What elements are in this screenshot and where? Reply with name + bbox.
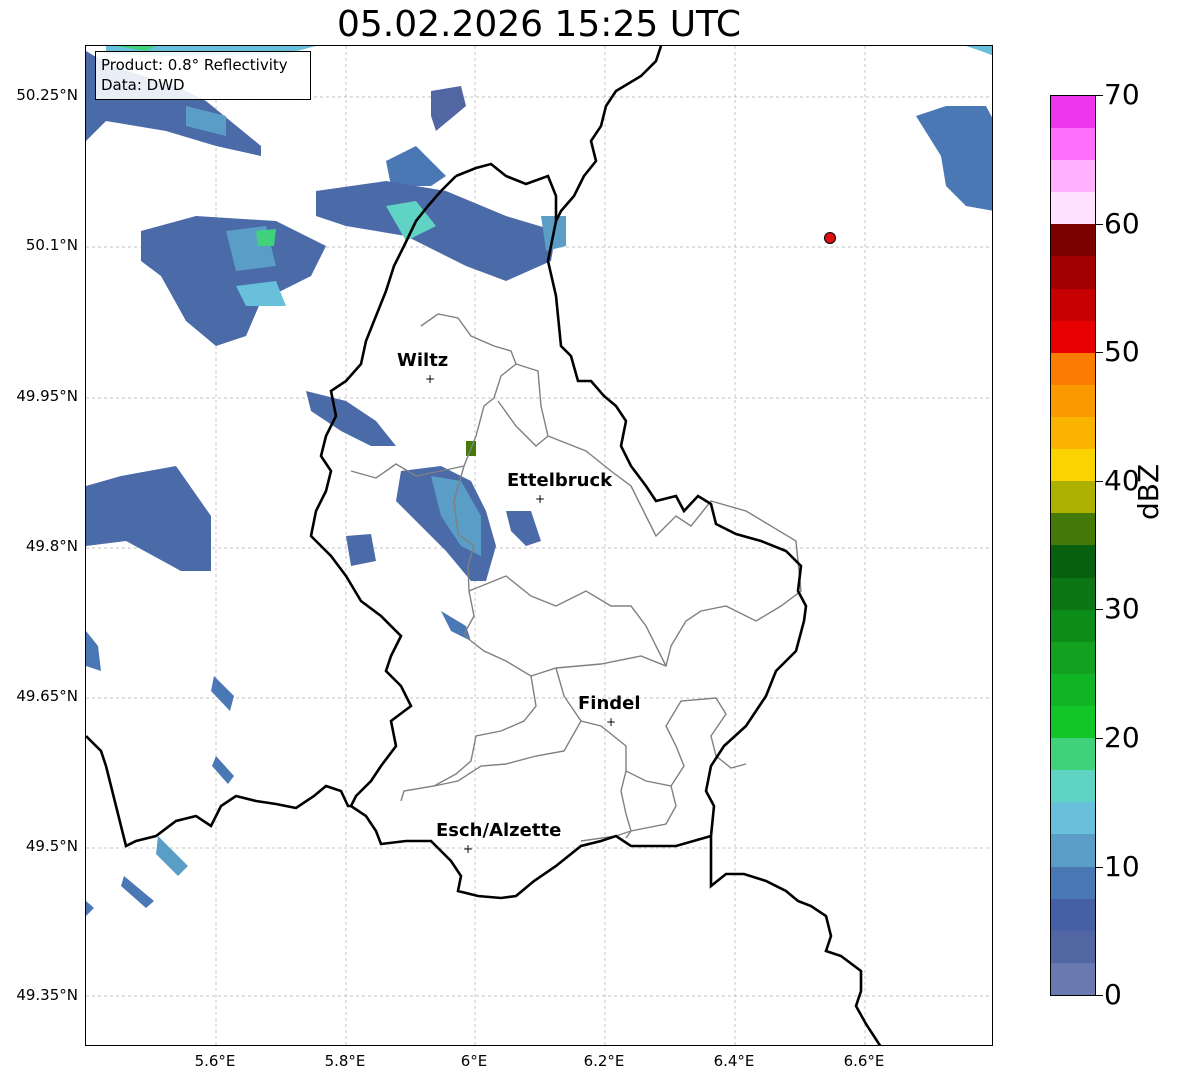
lon-label: 6°E <box>460 1052 488 1070</box>
colorbar-segment <box>1051 449 1095 482</box>
colorbar-tick-label: 30 <box>1104 592 1140 625</box>
colorbar-segment <box>1051 545 1095 578</box>
city-label-wiltz: Wiltz <box>397 350 449 371</box>
colorbar-segment <box>1051 770 1095 803</box>
city-markers: + + + + <box>425 372 616 856</box>
colorbar-segment <box>1051 160 1095 193</box>
lat-label: 49.95°N <box>16 387 78 405</box>
lon-label: 6.4°E <box>713 1052 755 1070</box>
map-canvas: + + + + <box>86 46 992 1045</box>
colorbar-segment <box>1051 256 1095 289</box>
lat-label: 50.1°N <box>25 236 78 254</box>
colorbar-tick <box>1096 738 1103 739</box>
colorbar-tick <box>1096 995 1103 996</box>
graticule <box>86 46 992 1045</box>
city-label-esch-alzette: Esch/Alzette <box>436 820 562 841</box>
colorbar-tick <box>1096 224 1103 225</box>
colorbar-segment <box>1051 481 1095 514</box>
colorbar-segment <box>1051 128 1095 161</box>
wiltz-marker: + <box>425 372 435 386</box>
colorbar-segment <box>1051 417 1095 450</box>
lon-label: 6.6°E <box>843 1052 885 1070</box>
colorbar-segment <box>1051 738 1095 771</box>
lat-label: 49.5°N <box>25 837 78 855</box>
lon-label: 5.6°E <box>194 1052 236 1070</box>
colorbar-segment <box>1051 384 1095 418</box>
esch-marker: + <box>463 842 473 856</box>
lon-label: 5.8°E <box>324 1052 366 1070</box>
colorbar-tick <box>1096 95 1103 96</box>
colorbar <box>1050 95 1096 996</box>
ettelbruck-marker: + <box>535 492 545 506</box>
colorbar-tick-label: 10 <box>1104 850 1140 883</box>
colorbar-segment <box>1051 898 1095 931</box>
colorbar-tick-label: 20 <box>1104 721 1140 754</box>
colorbar-label: dBZ <box>1132 463 1165 520</box>
colorbar-segment <box>1051 802 1095 835</box>
radar-site-marker[interactable] <box>824 232 836 244</box>
colorbar-segment <box>1051 224 1095 257</box>
info-box: Product: 0.8° Reflectivity Data: DWD <box>95 51 311 100</box>
colorbar-tick-label: 70 <box>1104 78 1140 111</box>
colorbar-tick-label: 60 <box>1104 207 1140 240</box>
colorbar-segment <box>1051 609 1095 642</box>
colorbar-segment <box>1051 577 1095 610</box>
colorbar-tick-label: 50 <box>1104 335 1140 368</box>
lat-label: 49.65°N <box>16 687 78 705</box>
radar-map[interactable]: + + + + <box>85 45 993 1046</box>
colorbar-segment <box>1051 352 1095 385</box>
findel-marker: + <box>606 715 616 729</box>
colorbar-segment <box>1051 641 1095 674</box>
colorbar-segment <box>1051 320 1095 353</box>
colorbar-segment <box>1051 834 1095 867</box>
colorbar-tick-label: 0 <box>1104 978 1122 1011</box>
colorbar-tick <box>1096 609 1103 610</box>
colorbar-segment <box>1051 95 1095 129</box>
data-source-label: Data: DWD <box>101 76 185 94</box>
city-label-findel: Findel <box>578 693 641 714</box>
lat-label: 49.8°N <box>25 537 78 555</box>
colorbar-segment <box>1051 706 1095 739</box>
colorbar-segment <box>1051 192 1095 225</box>
lat-label: 49.35°N <box>16 986 78 1004</box>
colorbar-segment <box>1051 673 1095 707</box>
colorbar-segment <box>1051 930 1095 963</box>
colorbar-tick <box>1096 867 1103 868</box>
lat-label: 50.25°N <box>16 86 78 104</box>
colorbar-segment <box>1051 513 1095 546</box>
product-label: Product: 0.8° Reflectivity <box>101 56 288 74</box>
city-label-ettelbruck: Ettelbruck <box>507 470 613 491</box>
colorbar-segment <box>1051 866 1095 899</box>
colorbar-tick <box>1096 481 1103 482</box>
colorbar-tick <box>1096 352 1103 353</box>
colorbar-segment <box>1051 288 1095 321</box>
map-title: 05.02.2026 15:25 UTC <box>336 4 742 45</box>
lon-label: 6.2°E <box>583 1052 625 1070</box>
colorbar-segment <box>1051 962 1095 995</box>
canton-boundaries <box>350 313 802 842</box>
